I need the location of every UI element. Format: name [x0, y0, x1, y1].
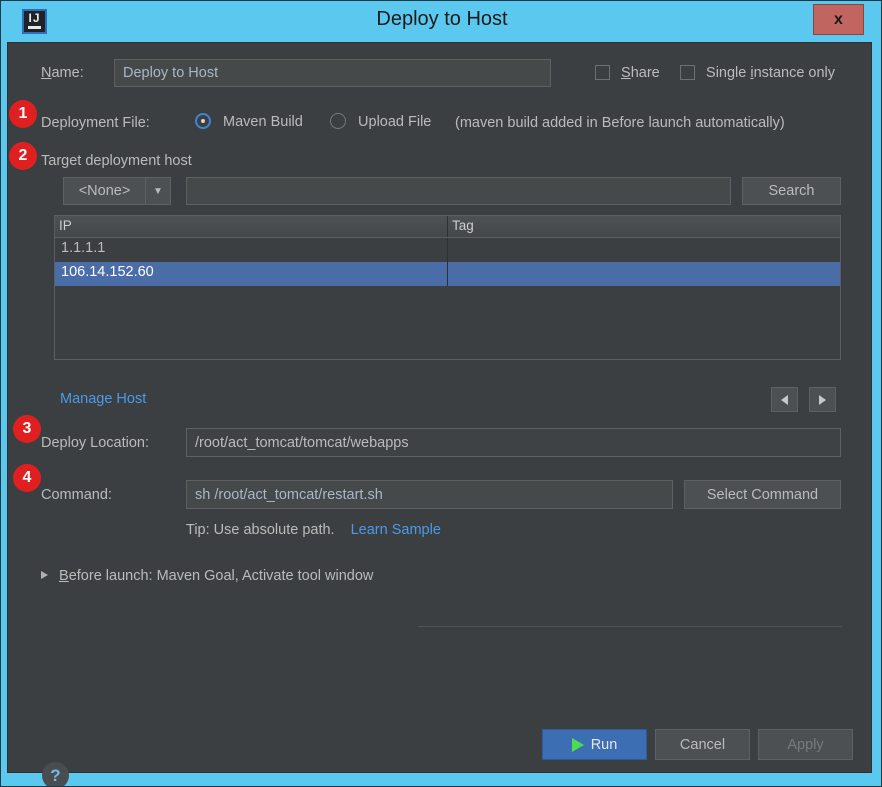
share-checkbox[interactable] — [595, 65, 610, 80]
share-label: Share — [621, 65, 660, 81]
apply-button: Apply — [758, 729, 853, 760]
previous-page-button[interactable] — [771, 387, 798, 412]
deploy-location-input[interactable]: /root/act_tomcat/tomcat/webapps — [186, 428, 841, 457]
maven-build-radio[interactable] — [195, 113, 211, 129]
command-tip-text: Tip: Use absolute path. — [186, 522, 335, 538]
command-tip: Tip: Use absolute path. Learn Sample — [186, 522, 441, 538]
chevron-left-icon — [781, 394, 788, 405]
deploy-location-label: Deploy Location: — [41, 435, 150, 451]
name-input[interactable]: Deploy to Host — [114, 59, 551, 87]
host-filter-combo[interactable]: <None> ▼ — [63, 177, 171, 205]
annotation-badge-2: 2 — [9, 142, 37, 170]
deploy-to-host-dialog: IJ Deploy to Host x Name: Deploy to Host… — [0, 0, 882, 787]
title-bar: IJ Deploy to Host x — [6, 2, 878, 41]
maven-build-label: Maven Build — [223, 114, 303, 130]
cell-ip: 106.14.152.60 — [55, 262, 448, 286]
manage-host-link[interactable]: Manage Host — [60, 391, 146, 407]
single-instance-checkbox-group[interactable]: Single instance only — [680, 65, 835, 81]
help-button[interactable]: ? — [42, 762, 69, 786]
annotation-badge-4: 4 — [13, 464, 41, 492]
cancel-button[interactable]: Cancel — [655, 729, 750, 760]
window-title: Deploy to Host — [376, 8, 508, 30]
annotation-badge-1: 1 — [9, 100, 37, 128]
search-button[interactable]: Search — [742, 177, 841, 205]
chevron-right-icon — [819, 394, 826, 405]
single-instance-checkbox[interactable] — [680, 65, 695, 80]
name-label: Name: — [41, 65, 84, 81]
host-table[interactable]: IP Tag 1.1.1.1 106.14.152.60 — [54, 215, 841, 360]
cell-tag — [448, 262, 840, 286]
share-checkbox-group[interactable]: Share — [595, 65, 660, 81]
command-input[interactable]: sh /root/act_tomcat/restart.sh — [186, 480, 673, 509]
learn-sample-link[interactable]: Learn Sample — [351, 522, 441, 538]
expand-arrow-icon[interactable] — [41, 571, 48, 579]
before-launch-section[interactable]: Before launch: Maven Goal, Activate tool… — [41, 568, 373, 584]
column-header-tag[interactable]: Tag — [448, 216, 840, 237]
host-search-input[interactable] — [186, 177, 731, 205]
run-button-label: Run — [590, 736, 618, 753]
table-header-row: IP Tag — [55, 216, 840, 238]
dialog-content: Name: Deploy to Host Share Single instan… — [7, 42, 872, 786]
column-header-ip[interactable]: IP — [55, 216, 448, 237]
before-launch-label: Before launch: Maven Goal, Activate tool… — [59, 568, 374, 584]
upload-file-label: Upload File — [358, 114, 432, 130]
single-instance-label: Single instance only — [706, 65, 836, 81]
radio-upload-file[interactable]: Upload File — [330, 113, 431, 130]
play-icon — [571, 737, 584, 752]
host-filter-value[interactable]: <None> — [63, 177, 145, 205]
select-command-button[interactable]: Select Command — [684, 480, 841, 509]
close-button[interactable]: x — [813, 4, 864, 35]
table-row[interactable]: 1.1.1.1 — [55, 238, 840, 262]
run-button[interactable]: Run — [542, 729, 647, 760]
upload-file-radio[interactable] — [330, 113, 346, 129]
radio-maven-build[interactable]: Maven Build — [195, 113, 303, 130]
target-host-section-label: Target deployment host — [41, 153, 192, 169]
cell-ip: 1.1.1.1 — [55, 238, 448, 262]
section-divider — [418, 626, 842, 627]
command-label: Command: — [41, 487, 112, 503]
deployment-file-label: Deployment File: — [41, 115, 150, 131]
deployment-file-note: (maven build added in Before launch auto… — [455, 115, 785, 131]
next-page-button[interactable] — [809, 387, 836, 412]
chevron-down-icon[interactable]: ▼ — [145, 177, 171, 205]
annotation-badge-3: 3 — [13, 415, 41, 443]
table-row[interactable]: 106.14.152.60 — [55, 262, 840, 286]
cell-tag — [448, 238, 840, 262]
